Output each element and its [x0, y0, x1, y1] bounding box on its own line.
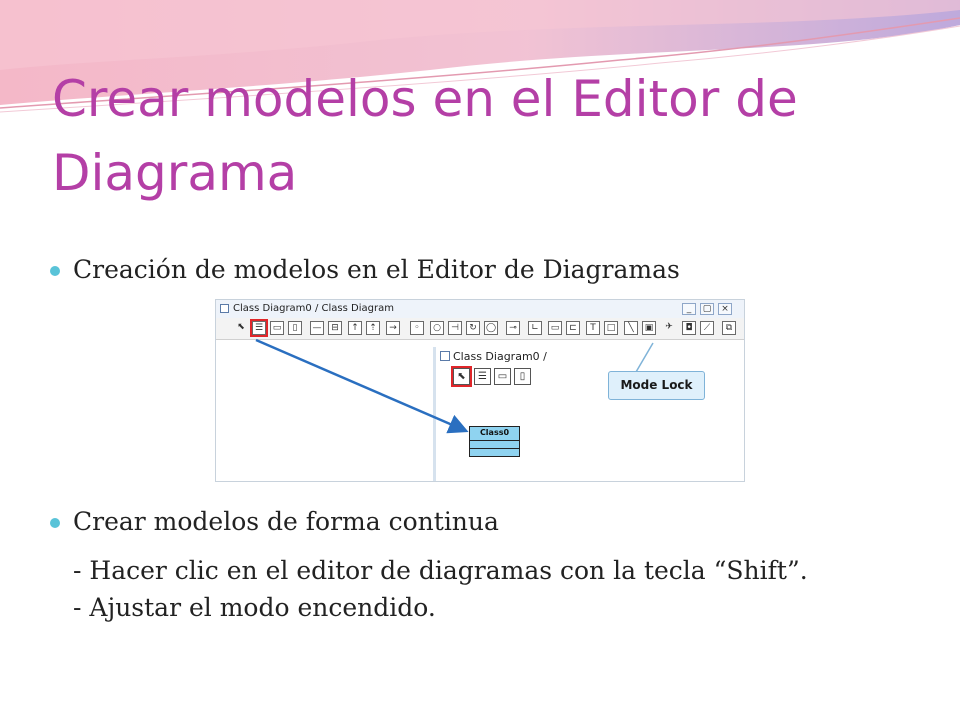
sub-line: - Hacer clic en el editor de diagramas c…: [73, 556, 808, 585]
mode-lock-callout: Mode Lock: [608, 371, 705, 400]
sub-line: - Ajustar el modo encendido.: [73, 593, 436, 622]
screenshot-image: Class Diagram0 / Class Diagram _ ▢ × ⬉ ☰…: [215, 299, 745, 482]
divider: [470, 440, 519, 441]
bullet-dot: [50, 518, 60, 528]
bullet-text: Creación de modelos en el Editor de Diag…: [73, 255, 680, 284]
bullet-text: Crear modelos de forma continua: [73, 507, 499, 536]
slide-title: Crear modelos en el Editor de Diagrama: [52, 70, 798, 202]
class-node[interactable]: Class0: [469, 426, 520, 457]
class-name: Class0: [479, 428, 510, 437]
divider: [470, 448, 519, 449]
bullet-dot: [50, 266, 60, 276]
